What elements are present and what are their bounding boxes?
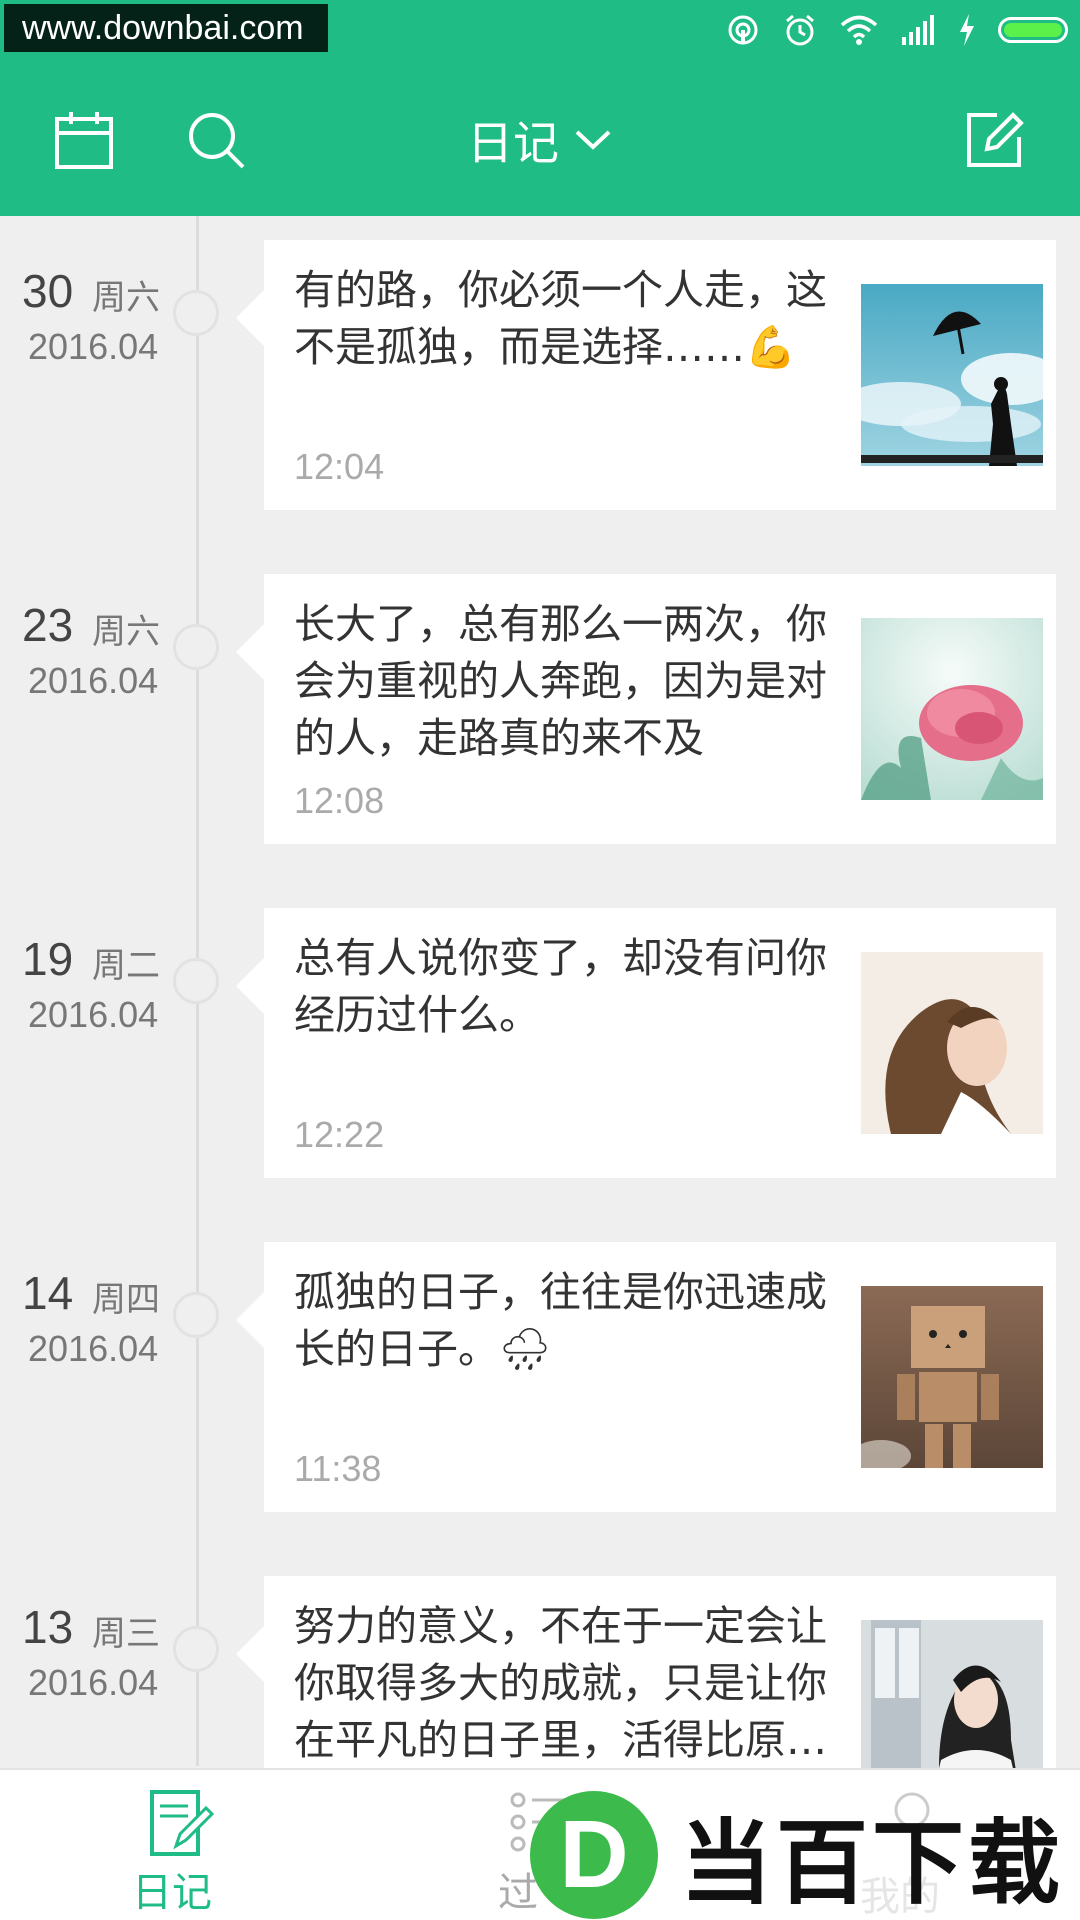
tab-diary-label: 日记	[132, 1870, 212, 1916]
entry-time: 12:04	[294, 446, 385, 487]
entry-card[interactable]: 孤独的日子，往往是你迅速成长的日子。🌧 11:38	[236, 1242, 1056, 1512]
entry-year-month: 2016.04	[28, 1328, 159, 1369]
entry-text: 有的路，你必须一个人走，这不是孤独，而是选择……💪	[294, 266, 827, 371]
notebook-icon	[150, 1790, 214, 1856]
entry-weekday: 周六	[92, 612, 160, 652]
diary-title-dropdown[interactable]: 日记	[0, 100, 1080, 180]
diary-entry: 23 周六 2016.04 长大了，总有那么一两次，你会为重视的人奔跑，因为是对…	[0, 574, 1080, 844]
logo-text: 当百下载	[680, 1809, 1065, 1917]
timeline-node	[173, 1626, 219, 1672]
entry-year-month: 2016.04	[28, 326, 159, 367]
entry-day: 30	[22, 265, 74, 317]
entry-day: 14	[22, 1267, 74, 1319]
battery-icon	[998, 17, 1068, 43]
timeline-node	[173, 290, 219, 336]
entry-card[interactable]: 总有人说你变了，却没有问你经历过什么。 12:22	[236, 908, 1056, 1178]
page-title: 日记	[467, 116, 559, 170]
entry-time: 12:08	[294, 780, 385, 821]
charging-icon	[960, 14, 974, 46]
entry-text: 总有人说你变了，却没有问你经历过什么。	[294, 934, 827, 1039]
timeline-node	[173, 624, 219, 670]
diary-entry: 14 周四 2016.04 孤独的日子，往往是你迅速成长的日子。🌧 11:38	[0, 1242, 1080, 1512]
entry-weekday: 周三	[92, 1614, 160, 1654]
entry-weekday: 周四	[92, 1280, 160, 1320]
entry-year-month: 2016.04	[28, 1662, 159, 1703]
app-header: www.downbai.com 日记	[0, 0, 1080, 216]
tab-diary[interactable]: 日记	[80, 1770, 280, 1920]
watermark: www.downbai.com	[4, 4, 328, 52]
entry-text: 努力的意义，不在于一定会让你取得多大的成就，只是让你在平凡的日子里，活得比原…	[294, 1602, 827, 1764]
diary-entry: 30 周六 2016.04 有的路，你必须一个人走，这不是孤独，而是选择……💪 …	[0, 240, 1080, 510]
diary-app: www.downbai.com 日记 30 周六 2016.04 有的路，你必须…	[0, 0, 1080, 1920]
hotspot-icon	[728, 15, 758, 45]
entry-thumbnail-pink-flower	[861, 618, 1043, 800]
entry-weekday: 周六	[92, 278, 160, 318]
logo-d-icon: D	[530, 1791, 658, 1919]
status-bar-icons	[726, 8, 1068, 52]
chevron-down-icon	[575, 130, 611, 150]
timeline-node	[173, 958, 219, 1004]
entry-text: 孤独的日子，往往是你迅速成长的日子。🌧	[294, 1268, 827, 1373]
entry-thumbnail-woman-portrait	[861, 952, 1043, 1134]
alarm-icon	[786, 14, 814, 46]
edit-icon	[967, 112, 1024, 167]
timeline-node	[173, 1292, 219, 1338]
entry-weekday: 周二	[92, 946, 160, 986]
site-logo-watermark: D 当百下载	[530, 1790, 1070, 1920]
entry-time: 11:38	[294, 1448, 382, 1489]
entry-year-month: 2016.04	[28, 994, 159, 1035]
entry-thumbnail-danbo-figure	[861, 1286, 1043, 1468]
entry-day: 23	[22, 599, 74, 651]
entry-day: 19	[22, 933, 74, 985]
entry-card[interactable]: 有的路，你必须一个人走，这不是孤独，而是选择……💪 12:04	[236, 240, 1056, 510]
wifi-icon	[840, 15, 878, 45]
entry-time: 12:22	[294, 1114, 385, 1155]
signal-icon	[902, 15, 934, 45]
diary-entry: 19 周二 2016.04 总有人说你变了，却没有问你经历过什么。 12:22	[0, 908, 1080, 1178]
entry-thumbnail-girl-umbrella	[861, 284, 1043, 466]
entry-card[interactable]: 长大了，总有那么一两次，你会为重视的人奔跑，因为是对的人，走路真的来不及 12:…	[236, 574, 1056, 844]
entry-text: 长大了，总有那么一两次，你会为重视的人奔跑，因为是对的人，走路真的来不及	[294, 600, 827, 762]
new-entry-button[interactable]	[958, 104, 1030, 176]
entry-year-month: 2016.04	[28, 660, 159, 701]
entry-day: 13	[22, 1601, 74, 1653]
